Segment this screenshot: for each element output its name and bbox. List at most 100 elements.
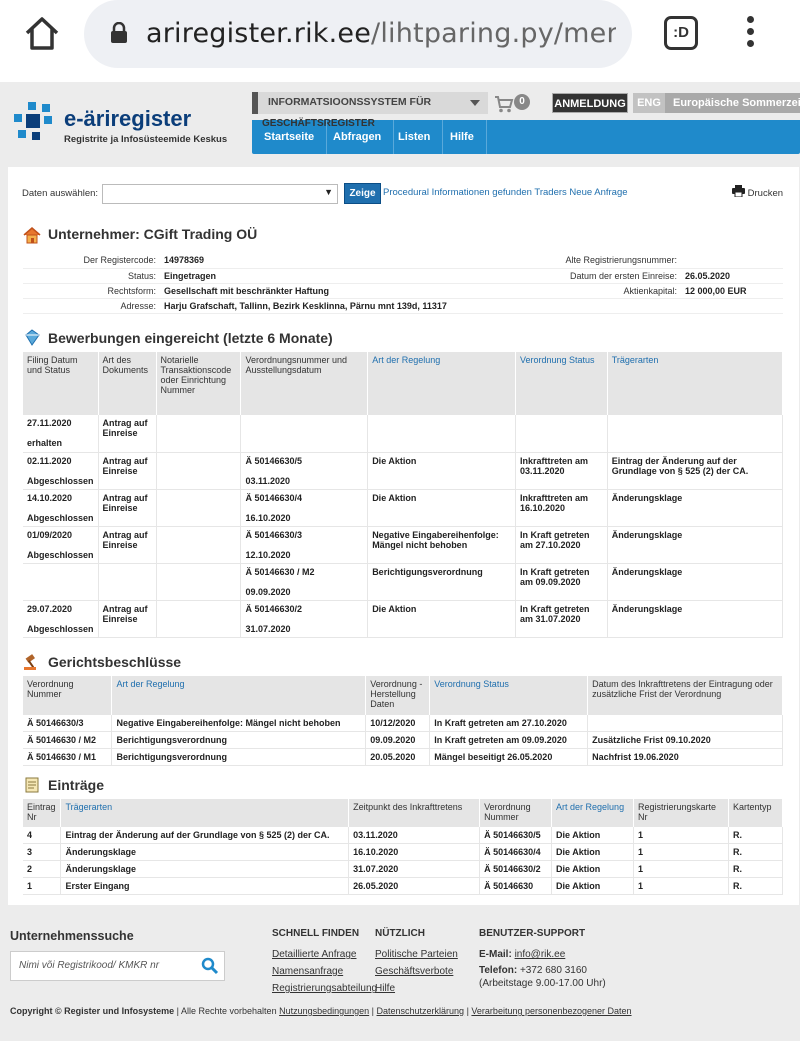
- nav-abfragen[interactable]: Abfragen: [321, 120, 395, 154]
- email-link[interactable]: info@rik.ee: [515, 949, 566, 960]
- personal-data-link[interactable]: Verarbeitung personenbezogener Daten: [471, 1006, 631, 1016]
- column-header[interactable]: Art der Regelung: [551, 799, 634, 827]
- company-field-label: Alte Registrierungsnummer:: [490, 253, 681, 269]
- filing-date-cell: 01/09/2020 Abgeschlossen: [23, 526, 99, 564]
- table-row: 2 Änderungsklage 31.07.2020 Ä 50146630/2 Die…: [23, 860, 784, 878]
- rights-text: | Alle Rechte vorbehalten: [176, 1006, 277, 1016]
- regulation-type-cell-text: Berichtigungsverordnung: [372, 566, 483, 577]
- footer-link-help[interactable]: Hilfe: [375, 983, 395, 994]
- regulation-number-cell-text: Ä 50146630/3: [245, 529, 303, 540]
- table-row: 1 Erster Eingang 26.05.2020 Ä 50146630 Die A…: [23, 877, 784, 895]
- url-text: ariregister.rik.ee/lihtparing.py/menet: [146, 18, 616, 49]
- entry-card-cell-text: 1: [637, 864, 643, 874]
- court-date-cell-text: 10/12/2020: [370, 718, 416, 728]
- footer-link-registration-dept[interactable]: Registrierungsabteilung: [272, 983, 377, 994]
- privacy-link[interactable]: Datenschutzerklärung: [377, 1006, 465, 1016]
- applications-title: Bewerbungen eingereicht (letzte 6 Monate…: [48, 330, 333, 346]
- footer-link-business-bans[interactable]: Geschäftsverbote: [375, 966, 453, 977]
- system-select[interactable]: INFORMATSIOONSSYSTEM FÜR: [252, 92, 488, 114]
- entry-reg-no-cell: Ä 50146630/5: [479, 827, 553, 844]
- company-info-table: Der Registercode: 14978369 Alte Registrier…: [23, 253, 783, 314]
- terms-link[interactable]: Nutzungsbedingungen: [279, 1006, 369, 1016]
- entry-card-cell-text: 1: [637, 881, 643, 891]
- entry-carrier-cell-text: Änderungsklage: [65, 864, 136, 874]
- home-icon[interactable]: [22, 14, 62, 54]
- court-deadline-cell-text: Nachfrist 19.06.2020: [592, 752, 679, 762]
- entry-reg-no-cell-text: Ä 50146630/5: [484, 830, 541, 840]
- column-header[interactable]: Verordnung Status: [515, 352, 608, 415]
- support-email: E-Mail: info@rik.ee: [479, 949, 565, 960]
- regulation-number-cell-text: Ä 50146630/2: [245, 603, 303, 614]
- entry-type-cell-text: Die Aktion: [556, 830, 601, 840]
- table-row: 14.10.2020 Abgeschlossen Antrag auf Einrei…: [23, 489, 784, 527]
- company-field-value: Harju Grafschaft, Tallinn, Bezirk Keskli…: [160, 298, 490, 314]
- regulation-type-cell: Berichtigungsverordnung: [367, 563, 516, 601]
- notary-cell: [156, 489, 242, 527]
- search-icon[interactable]: [201, 957, 219, 975]
- notary-cell: [156, 563, 242, 601]
- entry-date-cell: 31.07.2020: [348, 860, 481, 878]
- court-no-cell-text: Ä 50146630 / M1: [27, 752, 97, 762]
- carrier-type-cell: Änderungsklage: [607, 563, 784, 601]
- column-header[interactable]: Verordnung Status: [429, 676, 589, 715]
- entry-nr-cell-text: 2: [27, 864, 33, 874]
- entry-reg-no-cell: Ä 50146630/4: [479, 843, 553, 861]
- column-header[interactable]: Art der Regelung: [111, 676, 367, 715]
- cart-button[interactable]: 0: [494, 93, 534, 113]
- table-row: Ä 50146630 / M2 Berichtigungsverordnung 09…: [23, 731, 783, 749]
- footer-link-detailed-query[interactable]: Detaillierte Anfrage: [272, 949, 357, 960]
- entry-type-cell: Die Aktion: [551, 827, 634, 844]
- court-no-cell: Ä 50146630 / M2: [23, 731, 113, 749]
- table-row: 01/09/2020 Abgeschlossen Antrag auf Einrei…: [23, 526, 784, 564]
- diamond-icon: [25, 329, 40, 346]
- nav-hilfe[interactable]: Hilfe: [438, 120, 487, 154]
- company-title: Unternehmer: CGift Trading OÜ: [48, 226, 258, 242]
- entries-title: Einträge: [48, 777, 105, 793]
- filing-date-cell-text: erhalten: [27, 438, 63, 448]
- entry-carrier-cell: Änderungsklage: [60, 843, 350, 861]
- regulation-number-cell: Ä 50146630/5 03.11.2020: [240, 452, 369, 490]
- document-type-cell: Antrag auf Einreise: [98, 600, 157, 638]
- print-button[interactable]: Drucken: [732, 185, 783, 199]
- column-header[interactable]: Trägerarten: [607, 352, 784, 415]
- regulation-number-cell: Ä 50146630/2 31.07.2020: [240, 600, 369, 638]
- regulation-status-cell: In Kraft getreten am 31.07.2020: [515, 600, 608, 638]
- support-phone: Telefon: +372 680 3160: [479, 965, 587, 976]
- procedure-links[interactable]: Procedural Informationen gefunden Trader…: [383, 187, 628, 198]
- entry-date-cell: 26.05.2020: [348, 877, 481, 895]
- filing-date-cell-text: Abgeschlossen: [27, 549, 94, 560]
- entry-reg-no-cell-text: Ä 50146630/4: [484, 847, 541, 857]
- court-date-cell-text: 20.05.2020: [370, 752, 416, 762]
- footer-link-name-query[interactable]: Namensanfrage: [272, 966, 343, 977]
- entry-card-cell-text: 1: [637, 847, 643, 857]
- nav-startseite[interactable]: Startseite: [252, 120, 328, 154]
- column-header[interactable]: Art der Regelung: [367, 352, 516, 415]
- logo[interactable]: e-äriregister Registrite ja Infosüsteemi…: [14, 100, 227, 150]
- email-label: E-Mail:: [479, 949, 512, 960]
- document-type-cell-text: Antrag auf Einreise: [102, 529, 148, 550]
- notary-cell: [156, 452, 242, 490]
- company-field-value: 12 000,00 EUR: [681, 283, 783, 299]
- company-search-input[interactable]: Nimi või Registrikood/ KMKR nr: [10, 951, 225, 981]
- logo-mark-icon: [14, 102, 52, 140]
- court-table: Verordnung Nummer Art der Regelung Verordn…: [23, 676, 783, 766]
- court-type-cell-text: Negative Eingabereihenfolge: Mängel nich…: [116, 718, 341, 728]
- regulation-number-cell-text: 12.10.2020: [245, 549, 291, 560]
- language-eng-button[interactable]: ENG: [633, 93, 665, 113]
- tab-switcher-button[interactable]: :D: [664, 16, 698, 50]
- login-button[interactable]: ANMELDUNG: [552, 93, 628, 113]
- entry-type-cell-text: Die Aktion: [556, 847, 601, 857]
- nav-listen[interactable]: Listen: [386, 120, 444, 154]
- show-button[interactable]: Zeige: [344, 183, 381, 204]
- footer-link-political-parties[interactable]: Politische Parteien: [375, 949, 458, 960]
- data-select[interactable]: ▼: [102, 184, 338, 204]
- company-field-label: Der Registercode:: [23, 253, 160, 269]
- url-bar[interactable]: ariregister.rik.ee/lihtparing.py/menet: [84, 0, 632, 68]
- carrier-type-cell-text: Änderungsklage: [611, 492, 683, 503]
- entry-nr-cell: 1: [23, 877, 62, 895]
- document-type-cell: [98, 563, 157, 601]
- column-header[interactable]: Trägerarten: [60, 799, 350, 827]
- system-select-value: INFORMATSIOONSSYSTEM FÜR: [268, 96, 432, 108]
- entry-date-cell-text: 26.05.2020: [353, 881, 399, 891]
- overflow-menu-icon[interactable]: [744, 16, 756, 50]
